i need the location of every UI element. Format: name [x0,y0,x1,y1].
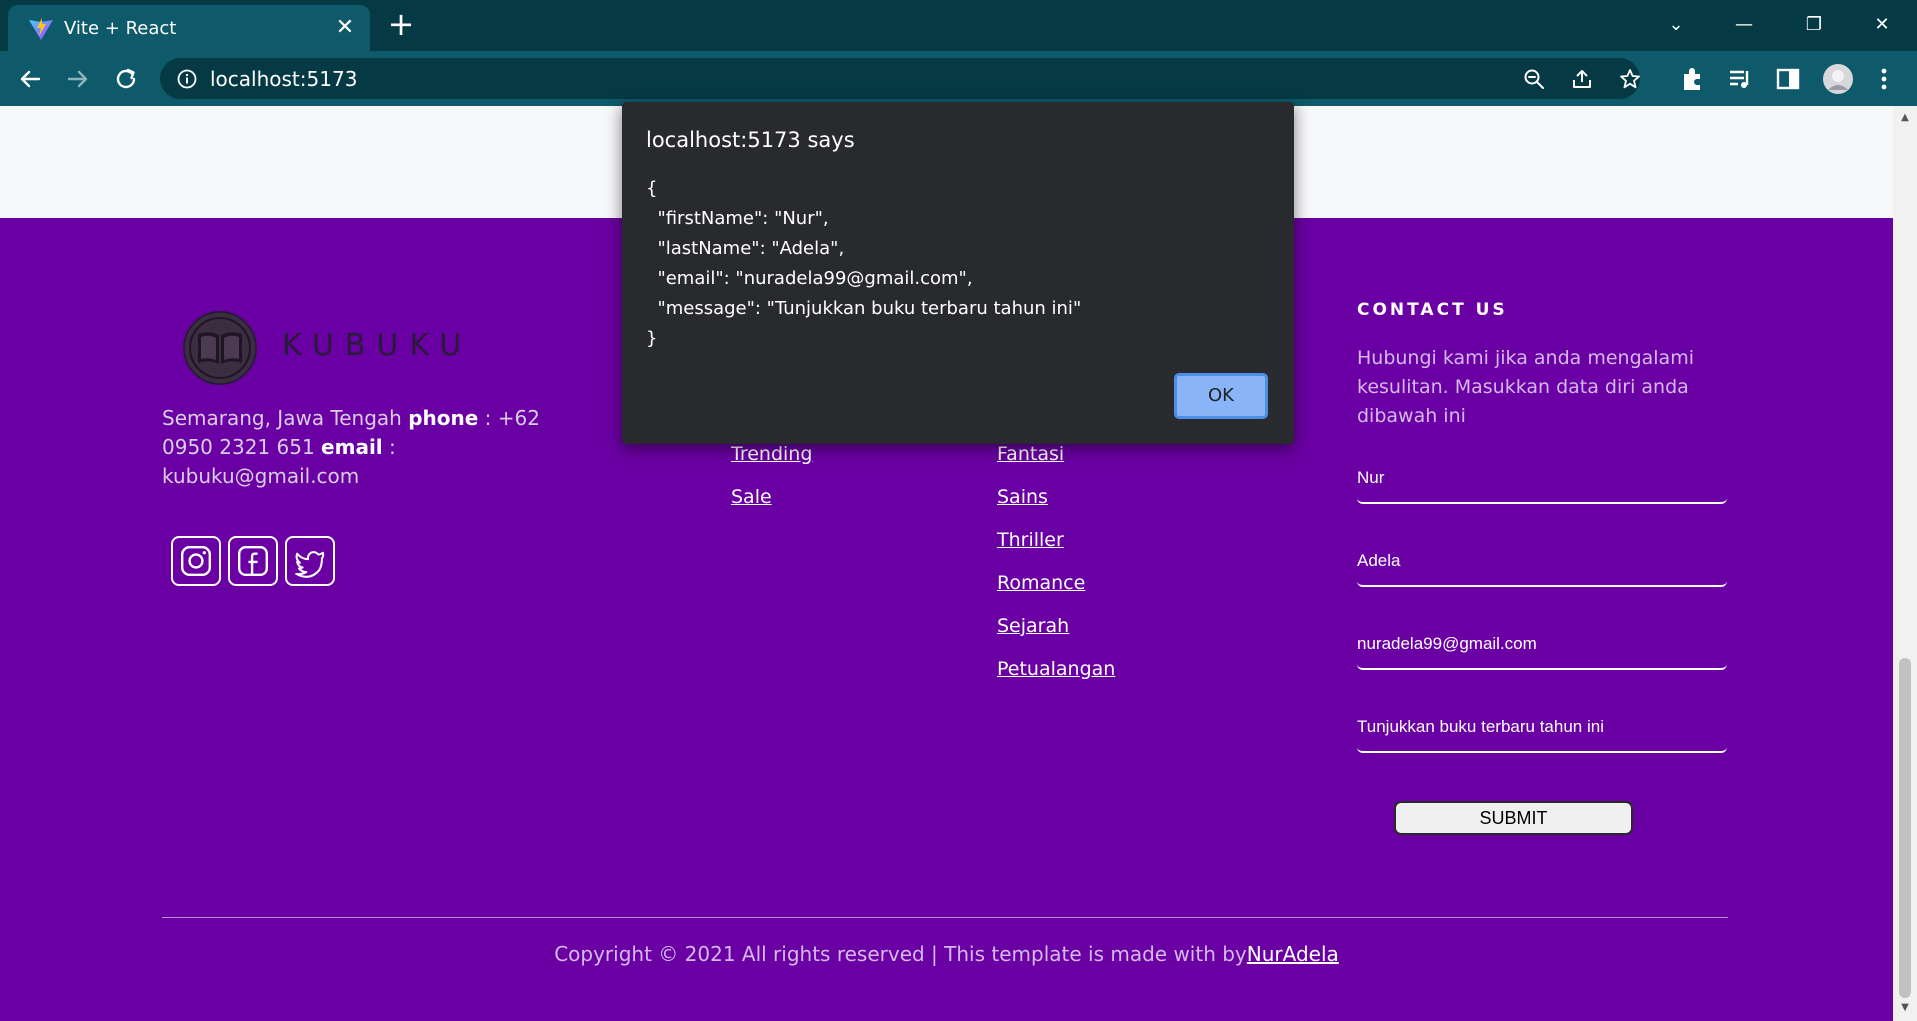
restore-icon[interactable]: ❐ [1794,8,1834,42]
forward-icon[interactable] [63,64,93,94]
instagram-icon[interactable] [171,536,221,586]
media-queue-icon[interactable] [1726,65,1754,93]
footer-link-thriller[interactable]: Thriller [997,529,1064,551]
first-name-field[interactable]: Nur [1357,462,1727,504]
reload-icon[interactable] [111,64,141,94]
message-field[interactable]: Tunjukkan buku terbaru tahun ini [1357,711,1727,753]
page-scrollbar[interactable]: ▲ ▼ [1893,106,1917,1021]
address-bar[interactable]: localhost:5173 [160,58,1640,99]
tab-search-icon[interactable]: ⌄ [1656,8,1696,42]
zoom-icon[interactable] [1522,67,1546,91]
side-panel-icon[interactable] [1774,65,1802,93]
new-tab-icon[interactable]: + [386,8,416,40]
profile-avatar[interactable] [1822,63,1854,95]
footer-link-fantasi[interactable]: Fantasi [997,443,1064,465]
author-link[interactable]: NurAdela [1247,942,1339,966]
footer-link-sains[interactable]: Sains [997,486,1048,508]
dialog-message: { "firstName": "Nur", "lastName": "Adela… [646,178,1082,349]
site-info-icon[interactable] [176,68,198,90]
back-icon[interactable] [15,64,45,94]
footer-link-petualangan[interactable]: Petualangan [997,658,1115,680]
copyright-text: Copyright © 2021 All rights reserved | T… [554,942,1247,966]
email-label: email [321,435,383,459]
company-address: Semarang, Jawa Tengah phone : +62 0950 2… [162,404,542,491]
footer-link-romance[interactable]: Romance [997,572,1085,594]
footer-divider [162,917,1728,918]
last-name-field[interactable]: Adela [1357,545,1727,587]
scroll-up-icon[interactable]: ▲ [1898,112,1912,123]
address-location: Semarang, Jawa Tengah [162,406,402,430]
dialog-title: localhost:5173 says [646,128,855,152]
brand-name: KUBUKU [282,328,473,363]
share-icon[interactable] [1570,67,1594,91]
submit-button[interactable]: SUBMIT [1394,801,1633,835]
menu-kebab-icon[interactable] [1870,65,1898,93]
bookmark-star-icon[interactable] [1618,67,1642,91]
url-text: localhost:5173 [210,67,358,91]
footer-link-sejarah[interactable]: Sejarah [997,615,1069,637]
vite-logo-icon [29,18,53,40]
browser-toolbar: localhost:5173 [0,51,1917,106]
tab-bar: Vite + React ✕ + ⌄ — ❐ ✕ [0,0,1917,51]
scroll-thumb[interactable] [1899,658,1911,998]
contact-description: Hubungi kami jika anda mengalami kesulit… [1357,347,1694,427]
contact-title: CONTACT US [1357,300,1508,320]
email-field[interactable]: nuradela99@gmail.com [1357,628,1727,670]
minimize-icon[interactable]: — [1724,8,1764,42]
book-logo-icon [183,311,257,385]
browser-tab[interactable]: Vite + React ✕ [8,5,370,51]
scroll-down-icon[interactable]: ▼ [1898,1002,1912,1013]
footer-link-sale[interactable]: Sale [731,486,772,508]
ok-button[interactable]: OK [1174,373,1268,419]
copyright: Copyright © 2021 All rights reserved | T… [0,942,1893,966]
tab-title: Vite + React [64,18,177,39]
alert-dialog: localhost:5173 says { "firstName": "Nur"… [622,102,1294,444]
twitter-icon[interactable] [285,536,335,586]
close-tab-icon[interactable]: ✕ [332,15,358,41]
facebook-icon[interactable] [228,536,278,586]
extensions-icon[interactable] [1678,65,1706,93]
close-window-icon[interactable]: ✕ [1862,8,1902,42]
phone-label: phone [408,406,479,430]
footer-link-trending[interactable]: Trending [731,443,812,465]
